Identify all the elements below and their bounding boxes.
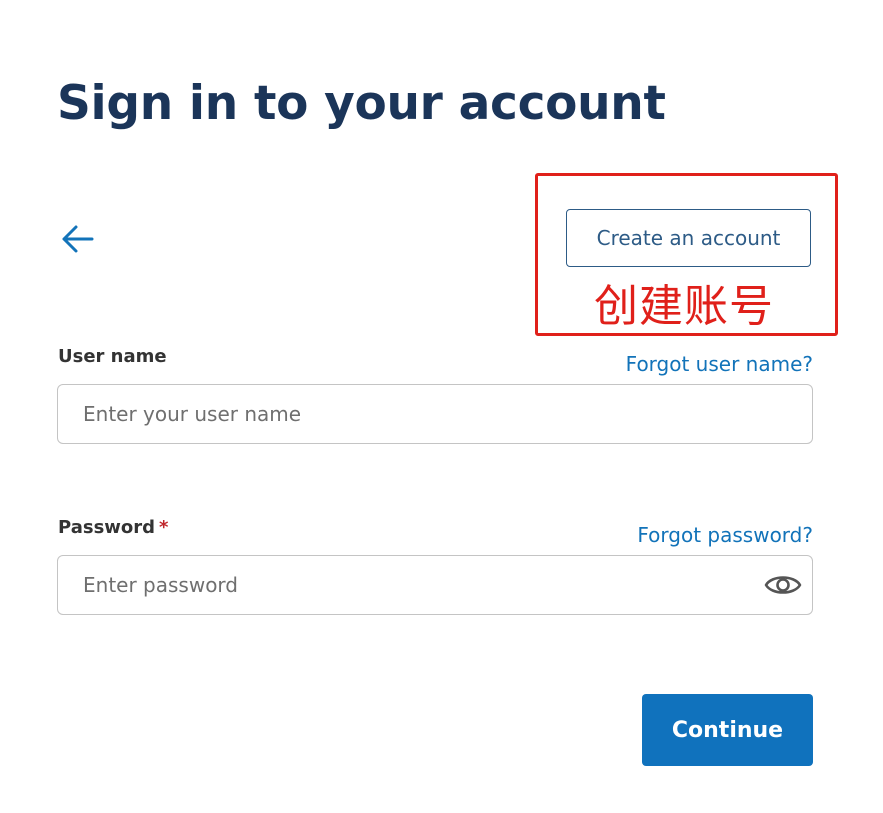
eye-icon bbox=[764, 576, 802, 594]
annotation-label: 创建账号 bbox=[594, 281, 774, 332]
required-indicator: * bbox=[159, 517, 169, 538]
password-label-text: Password bbox=[58, 517, 156, 538]
show-password-toggle[interactable] bbox=[763, 567, 803, 603]
arrow-left-icon bbox=[62, 225, 94, 253]
back-button[interactable] bbox=[60, 221, 100, 257]
username-input[interactable] bbox=[57, 384, 813, 444]
continue-button[interactable]: Continue bbox=[642, 694, 813, 766]
create-account-button[interactable]: Create an account bbox=[566, 209, 811, 267]
forgot-password-link[interactable]: Forgot password? bbox=[637, 523, 813, 547]
password-input[interactable] bbox=[57, 555, 813, 615]
username-label-text: User name bbox=[58, 346, 167, 367]
password-label: Password * bbox=[58, 517, 168, 538]
page-title: Sign in to your account bbox=[57, 76, 666, 131]
username-label: User name bbox=[58, 346, 167, 367]
forgot-username-link[interactable]: Forgot user name? bbox=[626, 352, 813, 376]
